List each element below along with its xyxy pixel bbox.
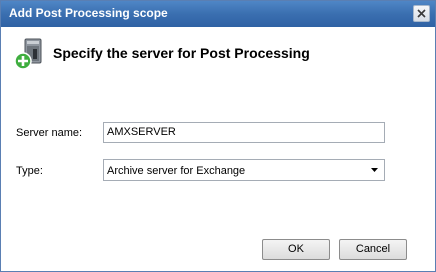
page-title: Specify the server for Post Processing (53, 45, 310, 61)
close-button[interactable] (413, 5, 430, 22)
dialog: Add Post Processing scope Specify the se… (0, 0, 436, 272)
type-select[interactable]: Archive server for Exchange (103, 159, 385, 181)
type-dropdown-button[interactable] (366, 161, 383, 179)
cancel-button[interactable]: Cancel (339, 239, 407, 260)
ok-button[interactable]: OK (262, 239, 330, 260)
server-add-icon (14, 38, 42, 70)
title-bar[interactable]: Add Post Processing scope (1, 1, 435, 27)
server-name-field[interactable]: AMXSERVER (103, 122, 385, 143)
close-icon (417, 9, 426, 18)
window-title: Add Post Processing scope (9, 6, 168, 20)
server-name-label: Server name: (16, 127, 83, 139)
chevron-down-icon (371, 168, 378, 172)
type-label: Type: (16, 165, 43, 177)
type-selected-value: Archive server for Exchange (107, 165, 246, 177)
